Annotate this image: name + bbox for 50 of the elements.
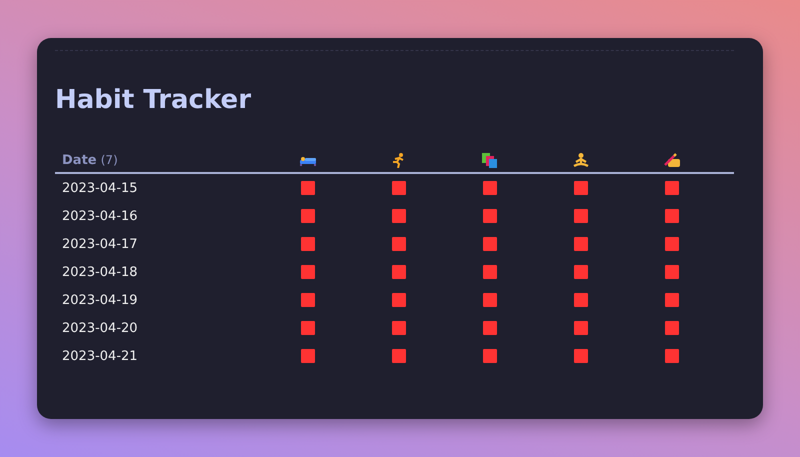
habit-checkbox[interactable] bbox=[482, 321, 496, 335]
habit-checkbox[interactable] bbox=[482, 181, 496, 195]
row-count: (7) bbox=[100, 152, 118, 166]
habit-checkbox[interactable] bbox=[482, 349, 496, 363]
habit-checkbox[interactable] bbox=[392, 349, 406, 363]
habit-checkbox[interactable] bbox=[300, 349, 314, 363]
habit-checkbox[interactable] bbox=[574, 265, 588, 279]
habit-checkbox[interactable] bbox=[482, 237, 496, 251]
date-cell: 2023-04-16 bbox=[62, 208, 138, 224]
habit-checkbox[interactable] bbox=[482, 209, 496, 223]
habit-checkbox[interactable] bbox=[392, 181, 406, 195]
habit-checkbox[interactable] bbox=[392, 293, 406, 307]
habit-checkbox[interactable] bbox=[300, 181, 314, 195]
runner-icon bbox=[392, 152, 406, 168]
habit-checkbox[interactable] bbox=[300, 321, 314, 335]
habit-checkbox[interactable] bbox=[300, 209, 314, 223]
date-cell: 2023-04-18 bbox=[62, 264, 138, 280]
habit-checkbox[interactable] bbox=[664, 321, 678, 335]
habit-checkbox[interactable] bbox=[574, 181, 588, 195]
date-cell: 2023-04-21 bbox=[62, 348, 138, 364]
habit-checkbox[interactable] bbox=[482, 293, 496, 307]
writing-hand-icon bbox=[664, 153, 680, 167]
date-cell: 2023-04-19 bbox=[62, 292, 138, 308]
habit-checkbox[interactable] bbox=[574, 209, 588, 223]
habit-checkbox[interactable] bbox=[664, 181, 678, 195]
column-header: Date bbox=[62, 152, 97, 168]
habit-checkbox[interactable] bbox=[574, 321, 588, 335]
habit-checkbox[interactable] bbox=[574, 237, 588, 251]
habit-checkbox[interactable] bbox=[482, 265, 496, 279]
date-cell: 2023-04-15 bbox=[62, 180, 138, 196]
habit-checkbox[interactable] bbox=[574, 293, 588, 307]
habit-checkbox[interactable] bbox=[300, 265, 314, 279]
habit-checkbox[interactable] bbox=[392, 209, 406, 223]
date-cell: 2023-04-17 bbox=[62, 236, 138, 252]
bed-icon bbox=[300, 154, 316, 166]
page-title: Habit Tracker bbox=[55, 84, 252, 116]
habit-checkbox[interactable] bbox=[664, 349, 678, 363]
habit-checkbox[interactable] bbox=[664, 265, 678, 279]
meditating-person-icon bbox=[572, 152, 588, 168]
habit-checkbox[interactable] bbox=[300, 237, 314, 251]
date-cell: 2023-04-20 bbox=[62, 320, 138, 336]
habit-checkbox[interactable] bbox=[664, 237, 678, 251]
habit-checkbox[interactable] bbox=[300, 293, 314, 307]
habit-checkbox[interactable] bbox=[574, 349, 588, 363]
habit-checkbox[interactable] bbox=[664, 209, 678, 223]
books-icon bbox=[482, 152, 497, 168]
habit-checkbox[interactable] bbox=[664, 293, 678, 307]
habit-checkbox[interactable] bbox=[392, 265, 406, 279]
habit-checkbox[interactable] bbox=[392, 321, 406, 335]
habit-checkbox[interactable] bbox=[392, 237, 406, 251]
